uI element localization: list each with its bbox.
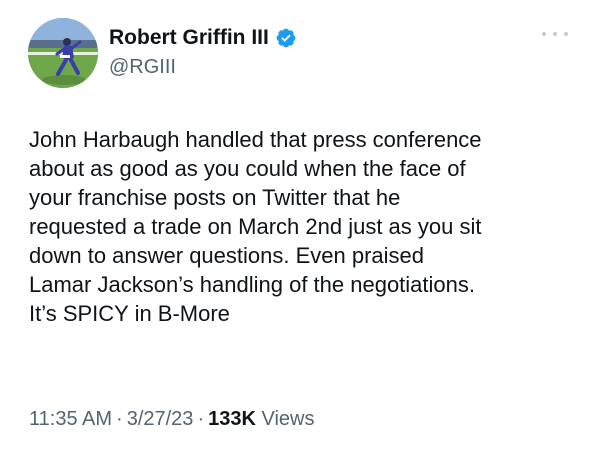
- more-dot: [542, 32, 546, 36]
- author-handle[interactable]: @RGIII: [109, 55, 176, 79]
- tweet-text-line: Lamar Jackson’s handling of the negotiat…: [29, 272, 475, 297]
- tweet-text-line: requested a trade on March 2nd just as y…: [29, 214, 482, 239]
- views-count: 133K: [208, 408, 256, 430]
- verified-badge-icon: [275, 27, 297, 49]
- author-display-name[interactable]: Robert Griffin III: [109, 25, 269, 51]
- more-dot: [564, 32, 568, 36]
- meta-separator: ·: [116, 408, 123, 430]
- tweet-text-line: down to answer questions. Even praised: [29, 243, 425, 268]
- tweet-card: Robert Griffin III @RGIII John Harbaugh …: [0, 0, 595, 453]
- more-dot: [553, 32, 557, 36]
- tweet-time[interactable]: 11:35 AM: [29, 408, 112, 430]
- views-label: Views: [261, 408, 315, 430]
- tweet-text: John Harbaugh handled that press confere…: [29, 125, 579, 328]
- author-name-row[interactable]: Robert Griffin III: [109, 25, 297, 51]
- football-player-avatar-icon: [28, 18, 98, 88]
- more-options-icon[interactable]: [542, 27, 568, 41]
- tweet-text-line: It’s SPICY in B-More: [29, 301, 230, 326]
- meta-separator: ·: [197, 408, 205, 430]
- avatar[interactable]: [28, 18, 98, 88]
- tweet-date[interactable]: 3/27/23: [127, 408, 194, 430]
- tweet-text-line: your franchise posts on Twitter that he: [29, 185, 401, 210]
- tweet-text-line: about as good as you could when the face…: [29, 156, 466, 181]
- tweet-text-line: John Harbaugh handled that press confere…: [29, 127, 482, 152]
- tweet-meta: 11:35 AM · 3/27/23 · 133K Views: [29, 407, 314, 431]
